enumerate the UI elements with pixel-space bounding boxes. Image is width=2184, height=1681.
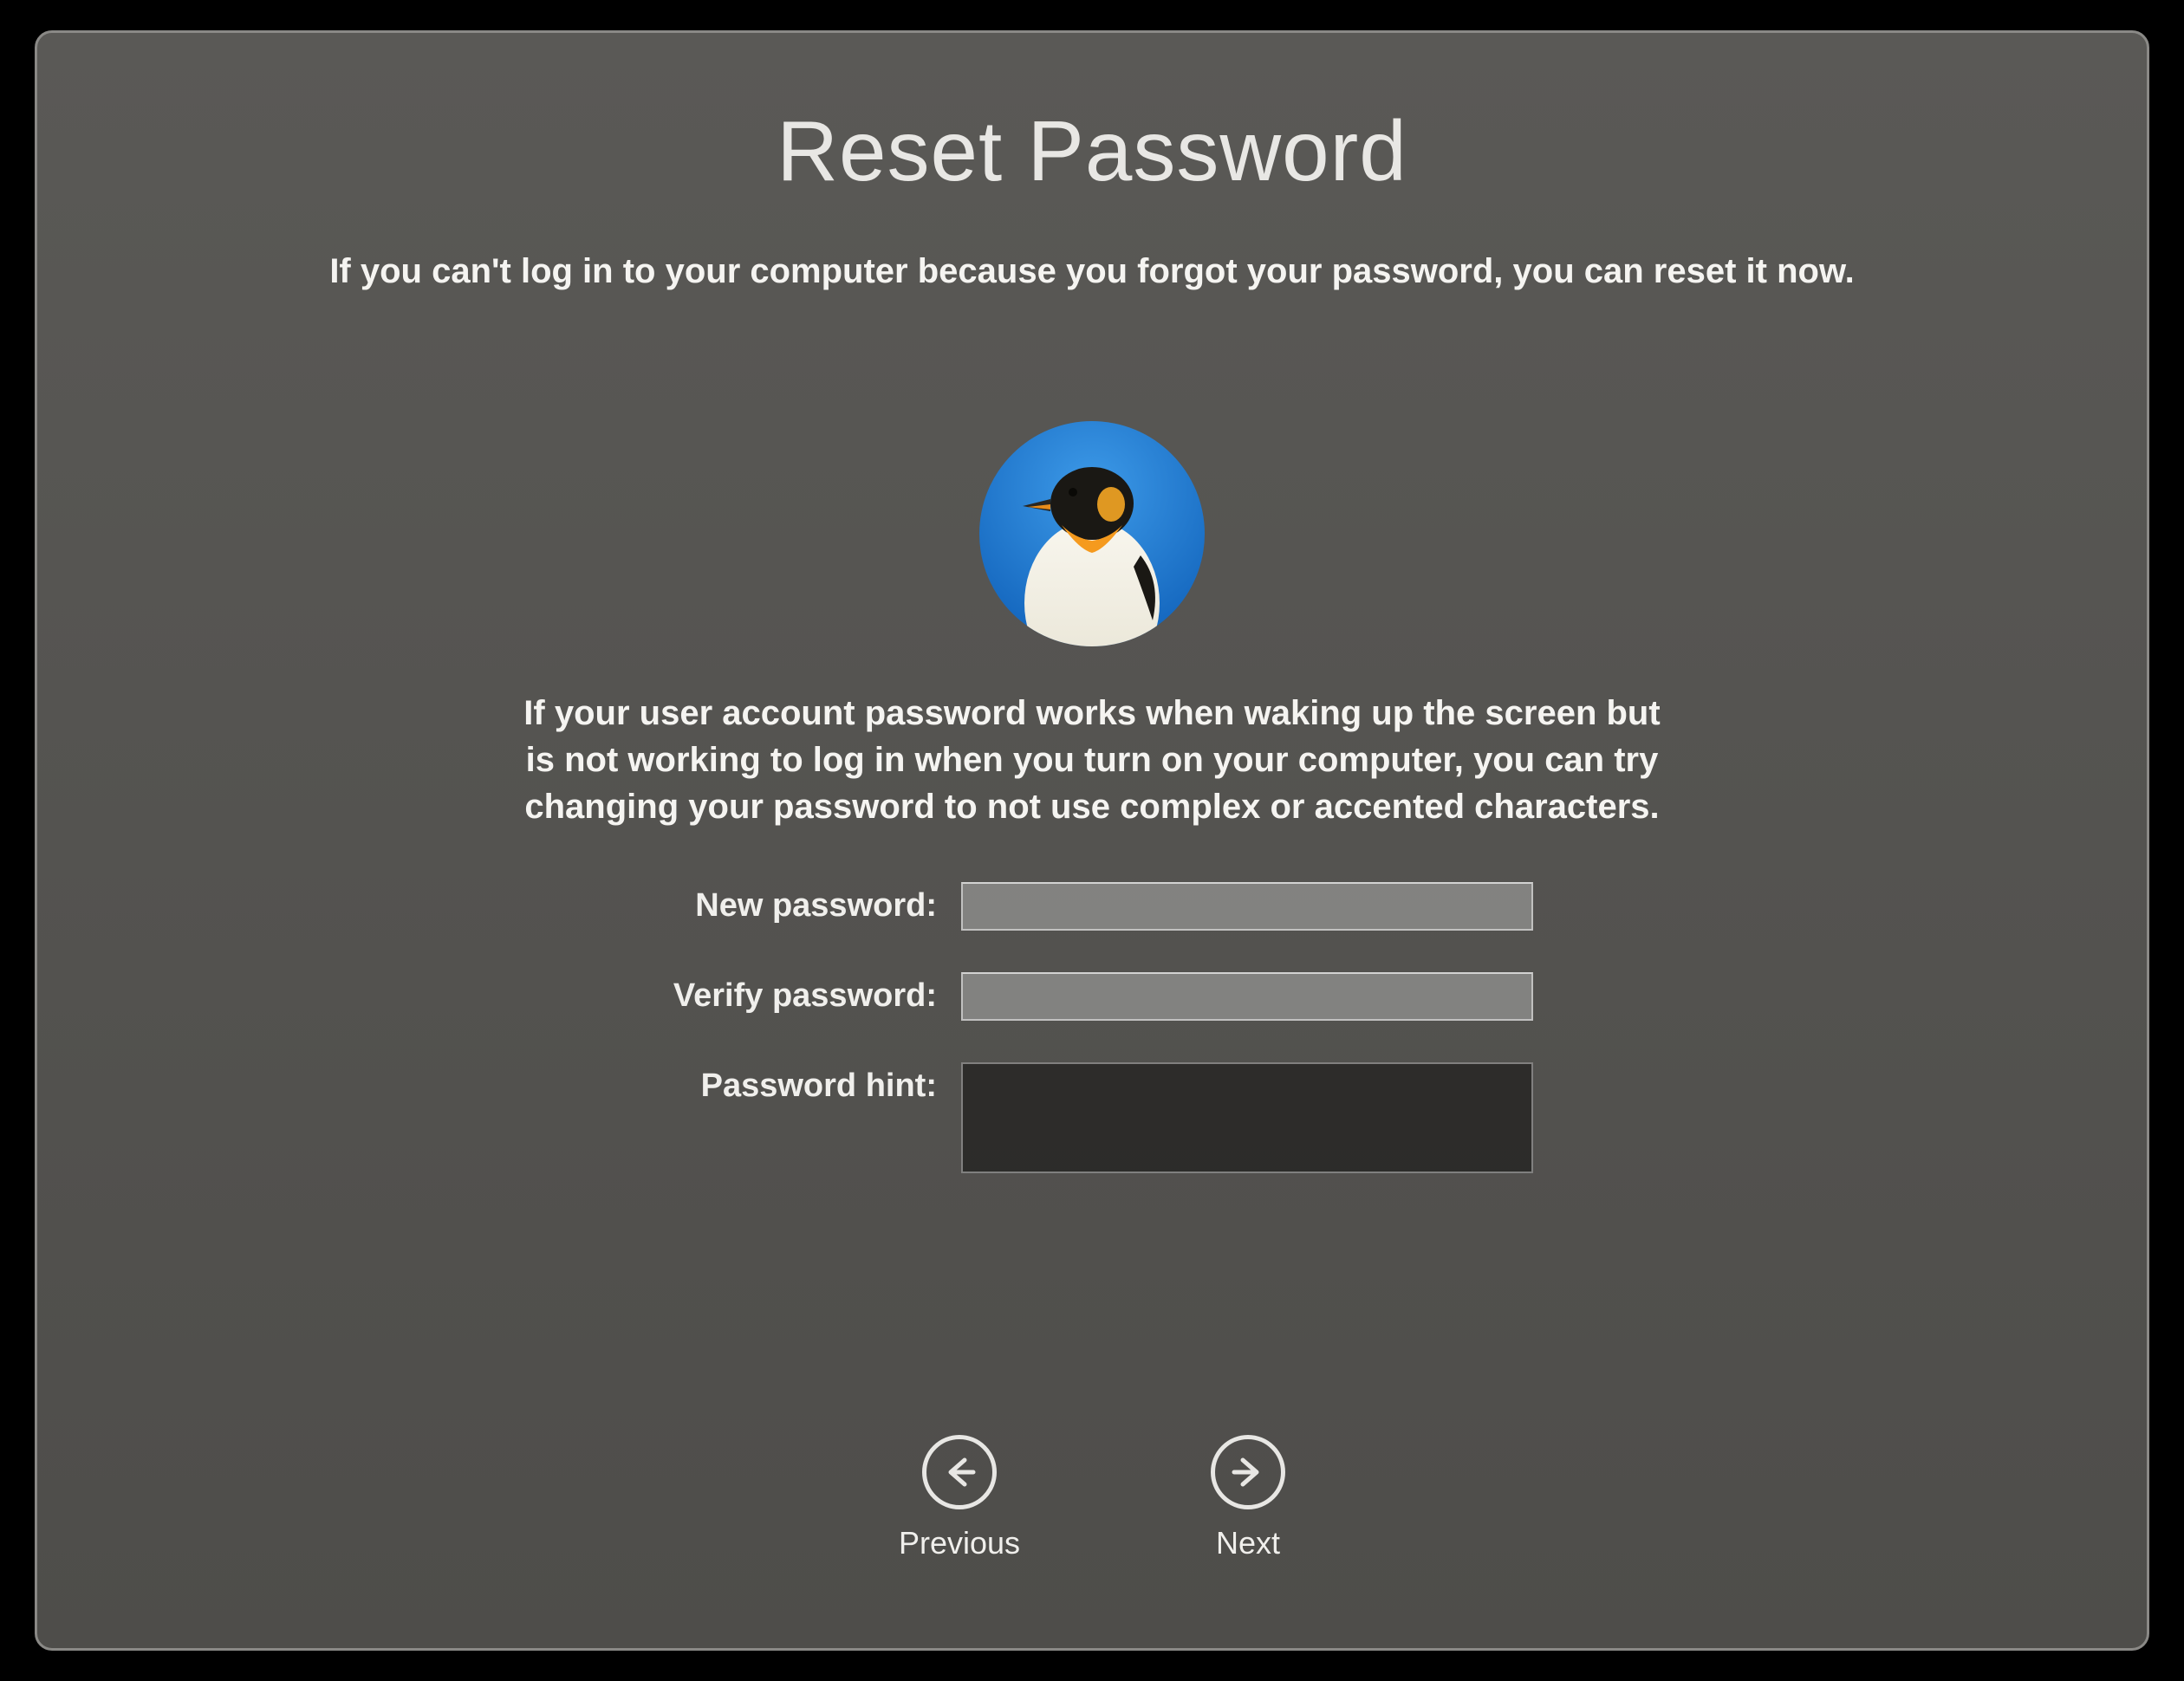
reset-password-window: Reset Password If you can't log in to yo… bbox=[35, 30, 2149, 1651]
subtitle-text: If you can't log in to your computer bec… bbox=[329, 252, 1854, 291]
verify-password-input[interactable] bbox=[961, 972, 1533, 1021]
next-label: Next bbox=[1216, 1525, 1280, 1561]
arrow-left-icon bbox=[922, 1435, 997, 1509]
description-text: If your user account password works when… bbox=[511, 690, 1673, 830]
penguin-avatar-icon bbox=[979, 421, 1205, 646]
new-password-label: New password: bbox=[651, 882, 937, 925]
previous-button[interactable]: Previous bbox=[899, 1435, 1020, 1561]
verify-password-row: Verify password: bbox=[651, 972, 1533, 1021]
arrow-right-icon bbox=[1211, 1435, 1285, 1509]
password-form: New password: Verify password: Password … bbox=[651, 882, 1533, 1173]
navigation-buttons: Previous Next bbox=[899, 1435, 1285, 1561]
page-title: Reset Password bbox=[777, 102, 1407, 200]
new-password-row: New password: bbox=[651, 882, 1533, 931]
new-password-input[interactable] bbox=[961, 882, 1533, 931]
previous-label: Previous bbox=[899, 1525, 1020, 1561]
password-hint-row: Password hint: bbox=[651, 1062, 1533, 1173]
password-hint-input[interactable] bbox=[961, 1062, 1533, 1173]
verify-password-label: Verify password: bbox=[651, 972, 937, 1015]
user-avatar bbox=[979, 421, 1205, 646]
password-hint-label: Password hint: bbox=[651, 1062, 937, 1105]
next-button[interactable]: Next bbox=[1211, 1435, 1285, 1561]
